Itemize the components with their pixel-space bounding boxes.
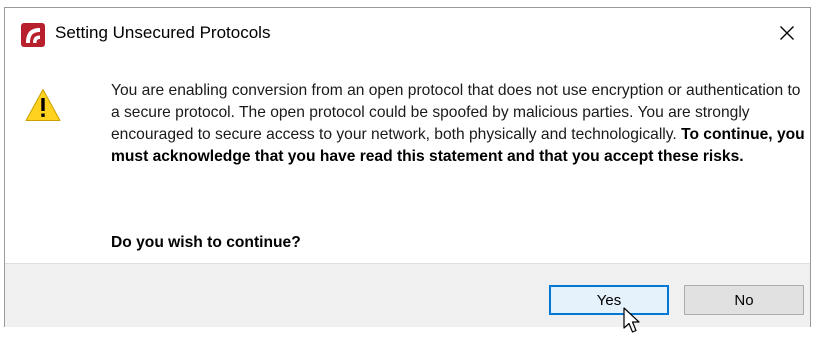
- dialog-title: Setting Unsecured Protocols: [55, 23, 271, 42]
- close-button[interactable]: [764, 8, 810, 58]
- message-dialog: Setting Unsecured Protocols You are enab…: [4, 7, 811, 327]
- dialog-content: You are enabling conversion from an open…: [5, 58, 810, 258]
- brand-logo-icon: [21, 23, 45, 47]
- close-icon: [780, 26, 794, 40]
- title-bar[interactable]: Setting Unsecured Protocols: [5, 8, 810, 58]
- no-button[interactable]: No: [684, 285, 804, 315]
- warning-icon: [25, 89, 61, 121]
- button-bar: Yes No: [5, 263, 810, 327]
- confirmation-question: Do you wish to continue?: [111, 234, 301, 251]
- yes-button[interactable]: Yes: [549, 285, 669, 315]
- warning-message: You are enabling conversion from an open…: [111, 80, 805, 168]
